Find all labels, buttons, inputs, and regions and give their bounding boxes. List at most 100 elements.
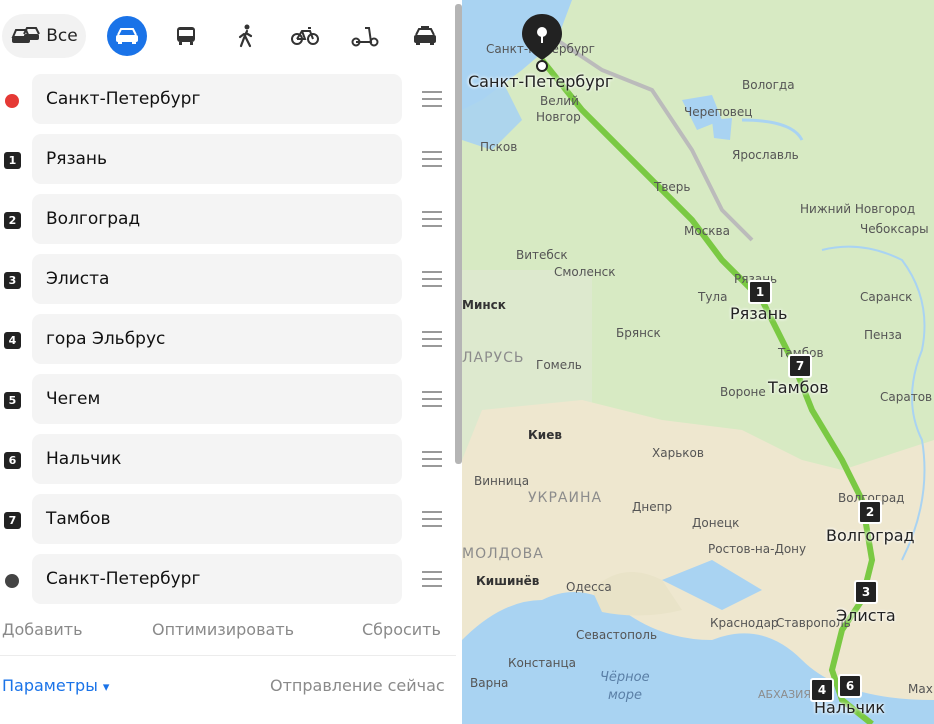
city-label: Саратов [880, 390, 933, 404]
route-city-label: Элиста [836, 606, 896, 625]
city-label: Днепр [632, 500, 673, 514]
drag-handle-icon[interactable] [422, 451, 442, 467]
taxi-icon [414, 26, 436, 45]
route-point-input[interactable]: Нальчик [32, 434, 402, 484]
panel-scrollbar[interactable] [455, 4, 462, 464]
route-options: Параметры ▾ Отправление сейчас [0, 672, 456, 702]
city-label: Витебск [516, 248, 568, 262]
route-point-input[interactable]: Элиста [32, 254, 402, 304]
map-waypoint-marker[interactable]: 6 [838, 674, 862, 698]
city-label: Ростов-на-Дону [708, 542, 807, 556]
city-label: Череповец [684, 105, 753, 119]
route-point-3: 3 Элиста [0, 254, 456, 306]
walk-icon [238, 24, 253, 48]
city-label: Новгор [536, 110, 581, 124]
drag-handle-icon[interactable] [422, 271, 442, 287]
chevron-down-icon: ▾ [102, 680, 110, 695]
route-city-label: Тамбов [768, 378, 829, 397]
parameters-button[interactable]: Параметры ▾ [2, 676, 109, 695]
car-traffic-icon [11, 27, 41, 43]
mode-bike-button[interactable] [285, 14, 325, 58]
drag-handle-icon[interactable] [422, 151, 442, 167]
map-waypoint-marker[interactable]: 1 [748, 280, 772, 304]
city-label: Кишинёв [476, 574, 540, 588]
route-point-5: 5 Чегем [0, 374, 456, 426]
route-point-input[interactable]: Тамбов [32, 494, 402, 544]
car-icon [116, 28, 138, 44]
route-point-input[interactable]: Чегем [32, 374, 402, 424]
drag-handle-icon[interactable] [422, 511, 442, 527]
city-label: Вологда [742, 78, 795, 92]
map-view[interactable]: Санкт-Петербург Вологда Череповец Велий … [462, 0, 934, 724]
map-waypoint-marker[interactable]: 3 [854, 580, 878, 604]
route-point-input[interactable]: Волгоград [32, 194, 402, 244]
city-label: Киев [528, 428, 562, 442]
mode-car-button[interactable] [107, 16, 147, 56]
mode-taxi-button[interactable] [405, 14, 445, 58]
city-label: Донецк [692, 516, 740, 530]
reset-button[interactable]: Сбросить [362, 620, 441, 639]
scooter-icon [351, 27, 379, 47]
end-marker-icon [5, 574, 19, 588]
route-point-6: 6 Нальчик [0, 434, 456, 486]
route-point-input[interactable]: Рязань [32, 134, 402, 184]
city-label: Москва [684, 224, 730, 238]
map-waypoint-marker[interactable]: 7 [788, 354, 812, 378]
route-point-4: 4 гора Эльбрус [0, 314, 456, 366]
optimize-button[interactable]: Оптимизировать [152, 620, 294, 639]
route-point-input[interactable]: гора Эльбрус [32, 314, 402, 364]
drag-handle-icon[interactable] [422, 391, 442, 407]
bus-icon [177, 27, 195, 45]
city-label: Ярославль [732, 148, 799, 162]
waypoint-marker: 1 [4, 152, 21, 169]
city-label: Смоленск [554, 265, 616, 279]
map-waypoint-marker[interactable]: 2 [858, 500, 882, 524]
city-label: Нижний Новгород [800, 202, 916, 216]
departure-time-button[interactable]: Отправление сейчас [270, 676, 445, 695]
waypoint-marker: 3 [4, 272, 21, 289]
route-city-label: Санкт-Петербург [468, 72, 614, 91]
parameters-label: Параметры [2, 676, 98, 695]
city-label: Вороне [720, 385, 766, 399]
route-city-label: Рязань [730, 304, 788, 323]
add-point-button[interactable]: Добавить [2, 620, 83, 639]
route-point-2: 2 Волгоград [0, 194, 456, 246]
mode-scooter-button[interactable] [345, 14, 385, 58]
route-point-7: 7 Тамбов [0, 494, 456, 546]
waypoint-marker: 7 [4, 512, 21, 529]
divider [0, 655, 456, 656]
route-point-start: Санкт-Петербург [0, 74, 456, 126]
map-waypoint-marker[interactable]: 4 [810, 678, 834, 702]
drag-handle-icon[interactable] [422, 91, 442, 107]
mode-walk-button[interactable] [226, 14, 266, 58]
waypoint-marker: 4 [4, 332, 21, 349]
drag-handle-icon[interactable] [422, 331, 442, 347]
mode-all-button[interactable]: Все [2, 14, 86, 58]
sea-label: Чёрное [600, 670, 650, 685]
city-label: Минск [462, 298, 506, 312]
city-label: Севастополь [576, 628, 658, 642]
start-marker-icon [5, 94, 19, 108]
route-panel: Все Санкт-Петербург 1 Рязань 2 Волгоград… [0, 0, 456, 724]
city-label: Велий [540, 94, 579, 108]
city-label: Тверь [654, 180, 691, 194]
route-point-input[interactable]: Санкт-Петербург [32, 74, 402, 124]
country-label: ЛАРУСЬ [462, 350, 525, 366]
drag-handle-icon[interactable] [422, 571, 442, 587]
city-label: Краснодар [710, 616, 779, 630]
route-point-input[interactable]: Санкт-Петербург [32, 554, 402, 604]
sea-label: море [608, 688, 643, 703]
start-pin-icon[interactable] [520, 12, 564, 72]
city-label: Харьков [652, 446, 704, 460]
drag-handle-icon[interactable] [422, 211, 442, 227]
waypoint-marker: 2 [4, 212, 21, 229]
city-label: Винница [474, 474, 530, 488]
country-label: МОЛДОВА [462, 546, 544, 562]
city-label: Псков [480, 140, 518, 154]
mode-bus-button[interactable] [166, 14, 206, 58]
route-city-label: Волгоград [826, 526, 915, 545]
city-label: Саранск [860, 290, 913, 304]
transport-modes: Все [0, 14, 456, 60]
waypoint-marker: 5 [4, 392, 21, 409]
country-label: УКРАИНА [528, 490, 603, 506]
